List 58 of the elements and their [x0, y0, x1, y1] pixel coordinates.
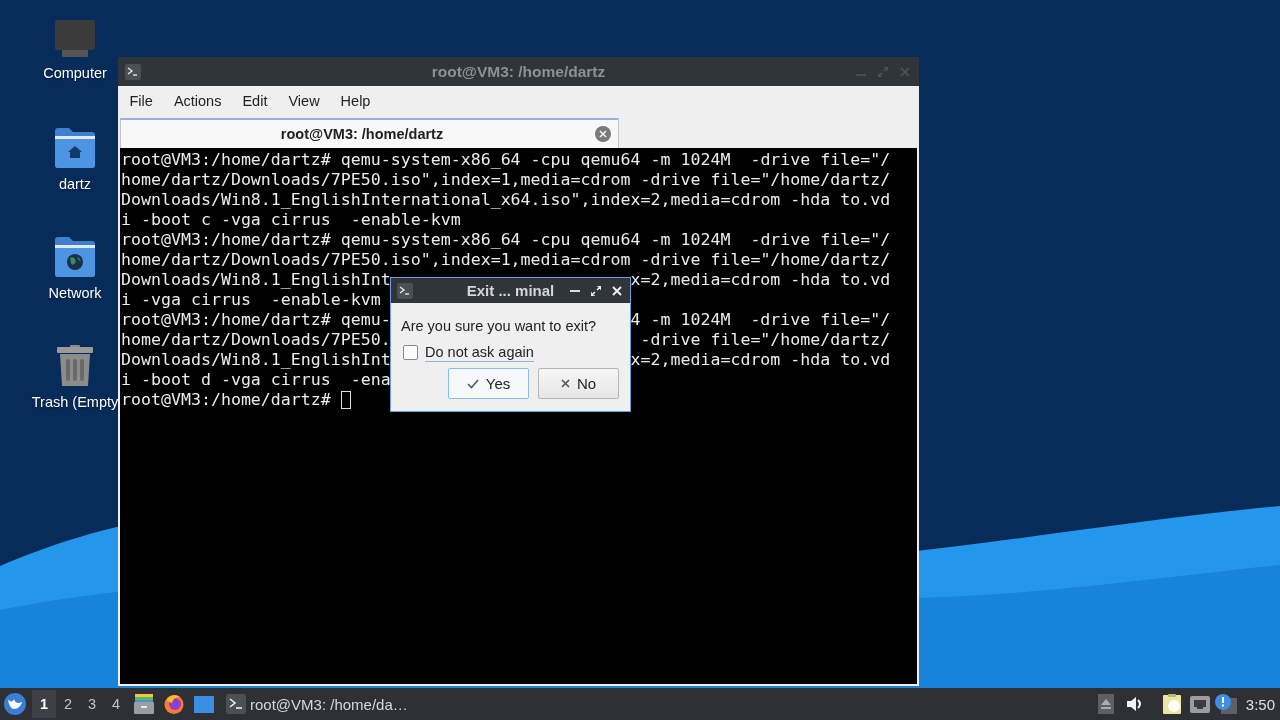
terminal-line: i -vga cirrus -enable-kvm [121, 290, 381, 310]
terminal-line: i -boot c -vga cirrus -enable-kvm [121, 210, 461, 230]
confirm-button[interactable]: Yes [448, 368, 529, 399]
volume-icon[interactable] [1126, 696, 1143, 712]
menu-item[interactable]: Edit [231, 89, 278, 113]
cancel-button[interactable]: No [538, 368, 619, 399]
network-icon[interactable] [1189, 695, 1210, 713]
tab[interactable]: root@VM3: /home/dartz [120, 118, 619, 148]
terminal-icon [226, 694, 246, 714]
terminal-line: i -boot d -vga cirrus -ena [121, 370, 391, 390]
clock[interactable]: 3:50 [1245, 695, 1275, 713]
terminal-line: root@VM3:/home/dartz# qemu- [121, 310, 391, 330]
check-icon [466, 378, 479, 389]
menu-item[interactable]: File [119, 89, 164, 113]
terminal-line: home/dartz/Downloads/7PE50. [121, 330, 391, 350]
show-desktop-icon[interactable] [194, 695, 214, 713]
terminal-line: root@VM3:/home/dartz# qemu-system-x86_64 -cpu qemu64 -m 1024M -drive file="/ [121, 230, 891, 250]
window-title: root@VM3: /home/dartz [431, 62, 606, 81]
workspace-button[interactable]: 4 [104, 690, 128, 718]
taskbar-window-button[interactable]: root@VM3: /home/da… [222, 690, 412, 718]
terminal-line: Downloads/Win8.1_EnglishInt [121, 350, 391, 370]
eject-icon[interactable] [1097, 694, 1114, 714]
terminal-line: Downloads/Win8.1_EnglishInt [121, 270, 391, 290]
desktop-icon-label[interactable]: Computer [43, 63, 107, 83]
trash-icon[interactable] [57, 345, 93, 386]
cross-icon [560, 379, 570, 388]
dialog-title: Exit ... minal [466, 282, 555, 299]
web-browser-icon[interactable] [164, 694, 184, 714]
desktop-icon-label[interactable]: Trash (Empty [31, 392, 119, 412]
terminal-line: -drive file="/home/dartz/ [640, 330, 891, 350]
round-logo-icon[interactable] [4, 693, 26, 715]
desktop-icon-label[interactable]: dartz [58, 174, 92, 194]
globe-folder-icon[interactable] [55, 237, 95, 277]
menu-item[interactable]: Help [330, 89, 381, 113]
terminal-line: root@VM3:/home/dartz# [121, 390, 331, 410]
terminal-line: root@VM3:/home/dartz# qemu-system-x86_64 -cpu qemu64 -m 1024M -drive file="/ [121, 150, 891, 170]
terminal-line: home/dartz/Downloads/7PE50.iso",index=1,media=cdrom -drive file="/home/dartz/ [121, 250, 891, 270]
terminal-line: x=2,media=cdrom -hda to.vd [630, 270, 891, 290]
checkbox[interactable] [403, 344, 418, 360]
terminal-line: home/dartz/Downloads/7PE50.iso",index=1,media=cdrom -drive file="/home/dartz/ [121, 170, 891, 190]
desktop-icon-label[interactable]: Network [48, 283, 102, 303]
file-cabinet-icon[interactable] [134, 694, 154, 714]
menu-item[interactable]: Actions [163, 89, 232, 113]
workspace-button[interactable]: 1 [32, 690, 56, 718]
workspace-button[interactable]: 2 [56, 690, 80, 718]
terminal-line: 4 -m 1024M -drive file="/ [630, 310, 891, 330]
terminal-line: Downloads/Win8.1_EnglishInternational_x64.iso",index=2,media=cdrom -hda to.vd [121, 190, 891, 210]
dialog-message: Are you sure you want to exit? [401, 317, 597, 336]
terminal-icon [397, 282, 413, 299]
notification-icon[interactable] [1214, 694, 1237, 714]
menu-item[interactable]: View [277, 89, 331, 113]
terminal-area[interactable] [120, 148, 917, 684]
workspace-button[interactable]: 3 [80, 690, 104, 718]
checkbox-label[interactable]: Do not ask again [425, 342, 534, 362]
terminal-line: x=2,media=cdrom -hda to.vd [630, 350, 891, 370]
home-folder-icon[interactable] [55, 128, 95, 168]
terminal-icon [125, 63, 141, 80]
clipboard-icon[interactable] [1162, 694, 1181, 714]
